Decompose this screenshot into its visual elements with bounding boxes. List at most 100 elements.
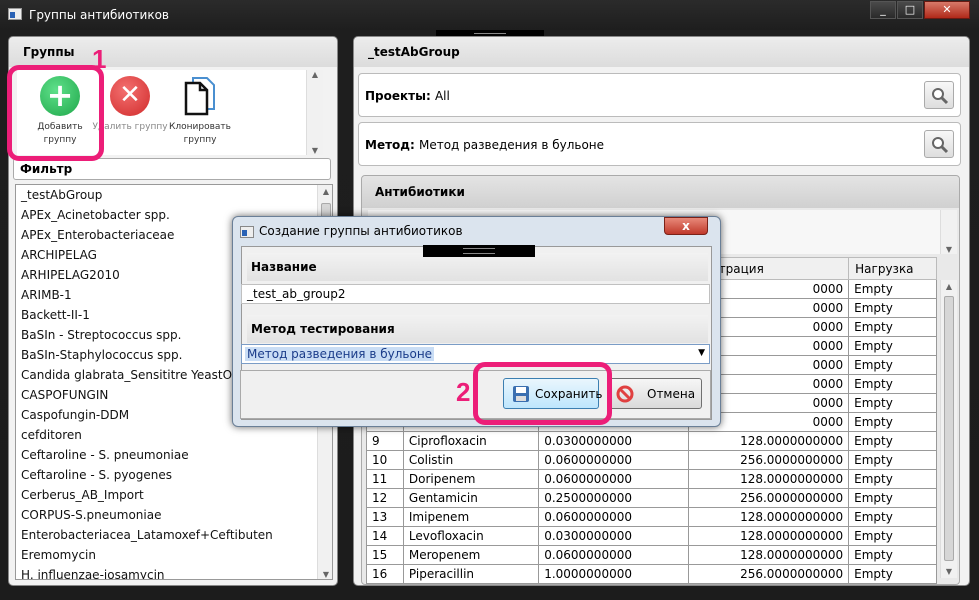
table-cell: Empty — [848, 488, 937, 508]
list-item[interactable]: cefditoren — [16, 425, 332, 445]
list-item[interactable]: Enterobacteriacea_Latamoxef+Ceftibuten — [16, 525, 332, 545]
table-row[interactable]: 14 Levofloxacin 0.0300000000 128.0000000000… — [366, 526, 937, 546]
table-cell: 128.0000000000 — [688, 545, 850, 565]
antibiotics-header: Антибиотики — [362, 176, 959, 208]
column-header[interactable]: Нагрузка — [848, 257, 937, 280]
minimize-button[interactable]: _ — [870, 1, 896, 19]
dialog-close-button[interactable]: x — [664, 217, 708, 235]
list-item[interactable]: Eremomycin — [16, 545, 332, 565]
scroll-up-arrow-icon[interactable]: ▲ — [941, 282, 957, 291]
table-cell: Empty — [848, 336, 937, 356]
table-cell: Empty — [848, 526, 937, 546]
close-window-button[interactable]: ✕ — [924, 1, 970, 19]
table-row[interactable]: 10 Colistin 0.0600000000 256.0000000000 Empt… — [366, 450, 937, 470]
table-cell: Empty — [848, 355, 937, 375]
title-bar: Группы антибиотиков _ □ ✕ — [0, 0, 979, 30]
projects-row: Проекты: All — [358, 73, 961, 117]
table-cell: Empty — [848, 431, 937, 451]
list-item[interactable]: Ceftaroline - S. pneumoniae — [16, 445, 332, 465]
table-cell: Levofloxacin — [402, 526, 540, 546]
clone-group-button[interactable]: Клонировать группу — [161, 76, 239, 154]
table-cell: Ciprofloxacin — [402, 431, 540, 451]
table-row[interactable]: 12 Gentamicin 0.2500000000 256.0000000000 Em… — [366, 488, 937, 508]
window-title: Группы антибиотиков — [29, 8, 169, 22]
list-item[interactable]: H. influenzae-josamycin — [16, 565, 332, 579]
table-cell: 0.0600000000 — [538, 450, 690, 470]
scroll-down-arrow-icon[interactable]: ▼ — [941, 567, 957, 576]
table-row[interactable]: 11 Doripenem 0.0600000000 128.0000000000 Emp… — [366, 469, 937, 489]
highlight-save-button — [473, 362, 612, 425]
table-cell: 0.0300000000 — [538, 431, 690, 451]
method-search-button[interactable] — [924, 130, 954, 158]
table-row[interactable]: 9 Ciprofloxacin 0.0300000000 128.0000000000… — [366, 431, 937, 451]
table-cell: Piperacillin — [402, 564, 540, 584]
projects-search-button[interactable] — [924, 81, 954, 109]
dialog-title: Создание группы антибиотиков — [259, 224, 463, 238]
dialog-app-icon — [240, 226, 254, 238]
dialog-splitter-grip[interactable] — [423, 245, 535, 257]
group-name-input[interactable]: _test_ab_group2 — [241, 284, 710, 304]
table-cell: 256.0000000000 — [688, 450, 850, 470]
scroll-up-arrow-icon[interactable]: ▲ — [307, 70, 323, 79]
method-section-label: Метод тестирования — [247, 315, 708, 343]
table-cell: 12 — [366, 488, 404, 508]
table-cell: 15 — [366, 545, 404, 565]
list-item[interactable]: Ceftaroline - S. pyogenes — [16, 465, 332, 485]
table-cell: 13 — [366, 507, 404, 527]
table-cell: 0.0600000000 — [538, 545, 690, 565]
scroll-down-arrow-icon[interactable]: ▼ — [307, 146, 323, 155]
table-cell: 0.0300000000 — [538, 526, 690, 546]
group-name-header: _testAbGroup — [354, 37, 969, 67]
table-cell: 10 — [366, 450, 404, 470]
step-1-marker: 1 — [92, 44, 107, 74]
clone-document-icon — [183, 76, 217, 116]
table-cell: 0.2500000000 — [538, 488, 690, 508]
cancel-button[interactable]: Отмена — [609, 378, 702, 409]
magnifier-icon — [932, 137, 949, 154]
list-item[interactable]: CORPUS-S.pneumoniae — [16, 505, 332, 525]
table-cell: Empty — [848, 469, 937, 489]
scroll-down-arrow-icon[interactable]: ▼ — [318, 570, 332, 579]
table-cell: Empty — [848, 412, 937, 432]
list-item[interactable]: Cerberus_AB_Import — [16, 485, 332, 505]
table-cell: Empty — [848, 564, 937, 584]
name-section-label: Название — [247, 253, 708, 281]
cancel-label: Отмена — [647, 387, 696, 401]
maximize-button[interactable]: □ — [897, 1, 923, 19]
scroll-thumb[interactable] — [944, 296, 954, 561]
table-scrollbar[interactable]: ▲ ▼ — [940, 280, 957, 578]
filter-label: Фильтр — [20, 162, 73, 176]
filter-field[interactable]: Фильтр — [13, 158, 331, 180]
scroll-up-arrow-icon[interactable]: ▲ — [318, 187, 332, 196]
table-cell: 0.0600000000 — [538, 507, 690, 527]
table-cell: 0.0600000000 — [538, 469, 690, 489]
list-item[interactable]: _testAbGroup — [16, 185, 332, 205]
table-cell: 14 — [366, 526, 404, 546]
app-icon — [8, 8, 22, 20]
step-2-marker: 2 — [456, 377, 471, 407]
table-cell: Empty — [848, 298, 937, 318]
toolbar-scrollbar[interactable]: ▲ ▼ — [306, 70, 323, 155]
magnifier-icon — [932, 88, 949, 105]
table-cell: Empty — [848, 545, 937, 565]
test-method-value: Метод разведения в бульоне — [245, 347, 435, 361]
groups-header: Группы — [9, 37, 337, 67]
table-cell: Empty — [848, 317, 937, 337]
table-cell: 128.0000000000 — [688, 431, 850, 451]
method-row: Метод: Метод разведения в бульоне — [358, 122, 961, 166]
table-cell: Empty — [848, 374, 937, 394]
table-row[interactable]: 15 Meropenem 0.0600000000 128.0000000000 Emp… — [366, 545, 937, 565]
table-cell: 128.0000000000 — [688, 507, 850, 527]
table-cell: Empty — [848, 507, 937, 527]
ab-toolbar-scrollbar[interactable]: ▼ — [940, 210, 957, 254]
test-method-select[interactable]: Метод разведения в бульоне ▼ — [241, 344, 710, 364]
table-row[interactable]: 16 Piperacillin 1.0000000000 256.0000000000… — [366, 564, 937, 584]
table-cell: Empty — [848, 279, 937, 299]
table-cell: 1.0000000000 — [538, 564, 690, 584]
table-row[interactable]: 13 Imipenem 0.0600000000 128.0000000000 Empt… — [366, 507, 937, 527]
delete-x-icon: ✕ — [110, 76, 150, 116]
table-cell: 256.0000000000 — [688, 564, 850, 584]
method-label: Метод: — [365, 138, 415, 152]
table-cell: Gentamicin — [402, 488, 540, 508]
scroll-down-arrow-icon[interactable]: ▼ — [941, 245, 957, 254]
